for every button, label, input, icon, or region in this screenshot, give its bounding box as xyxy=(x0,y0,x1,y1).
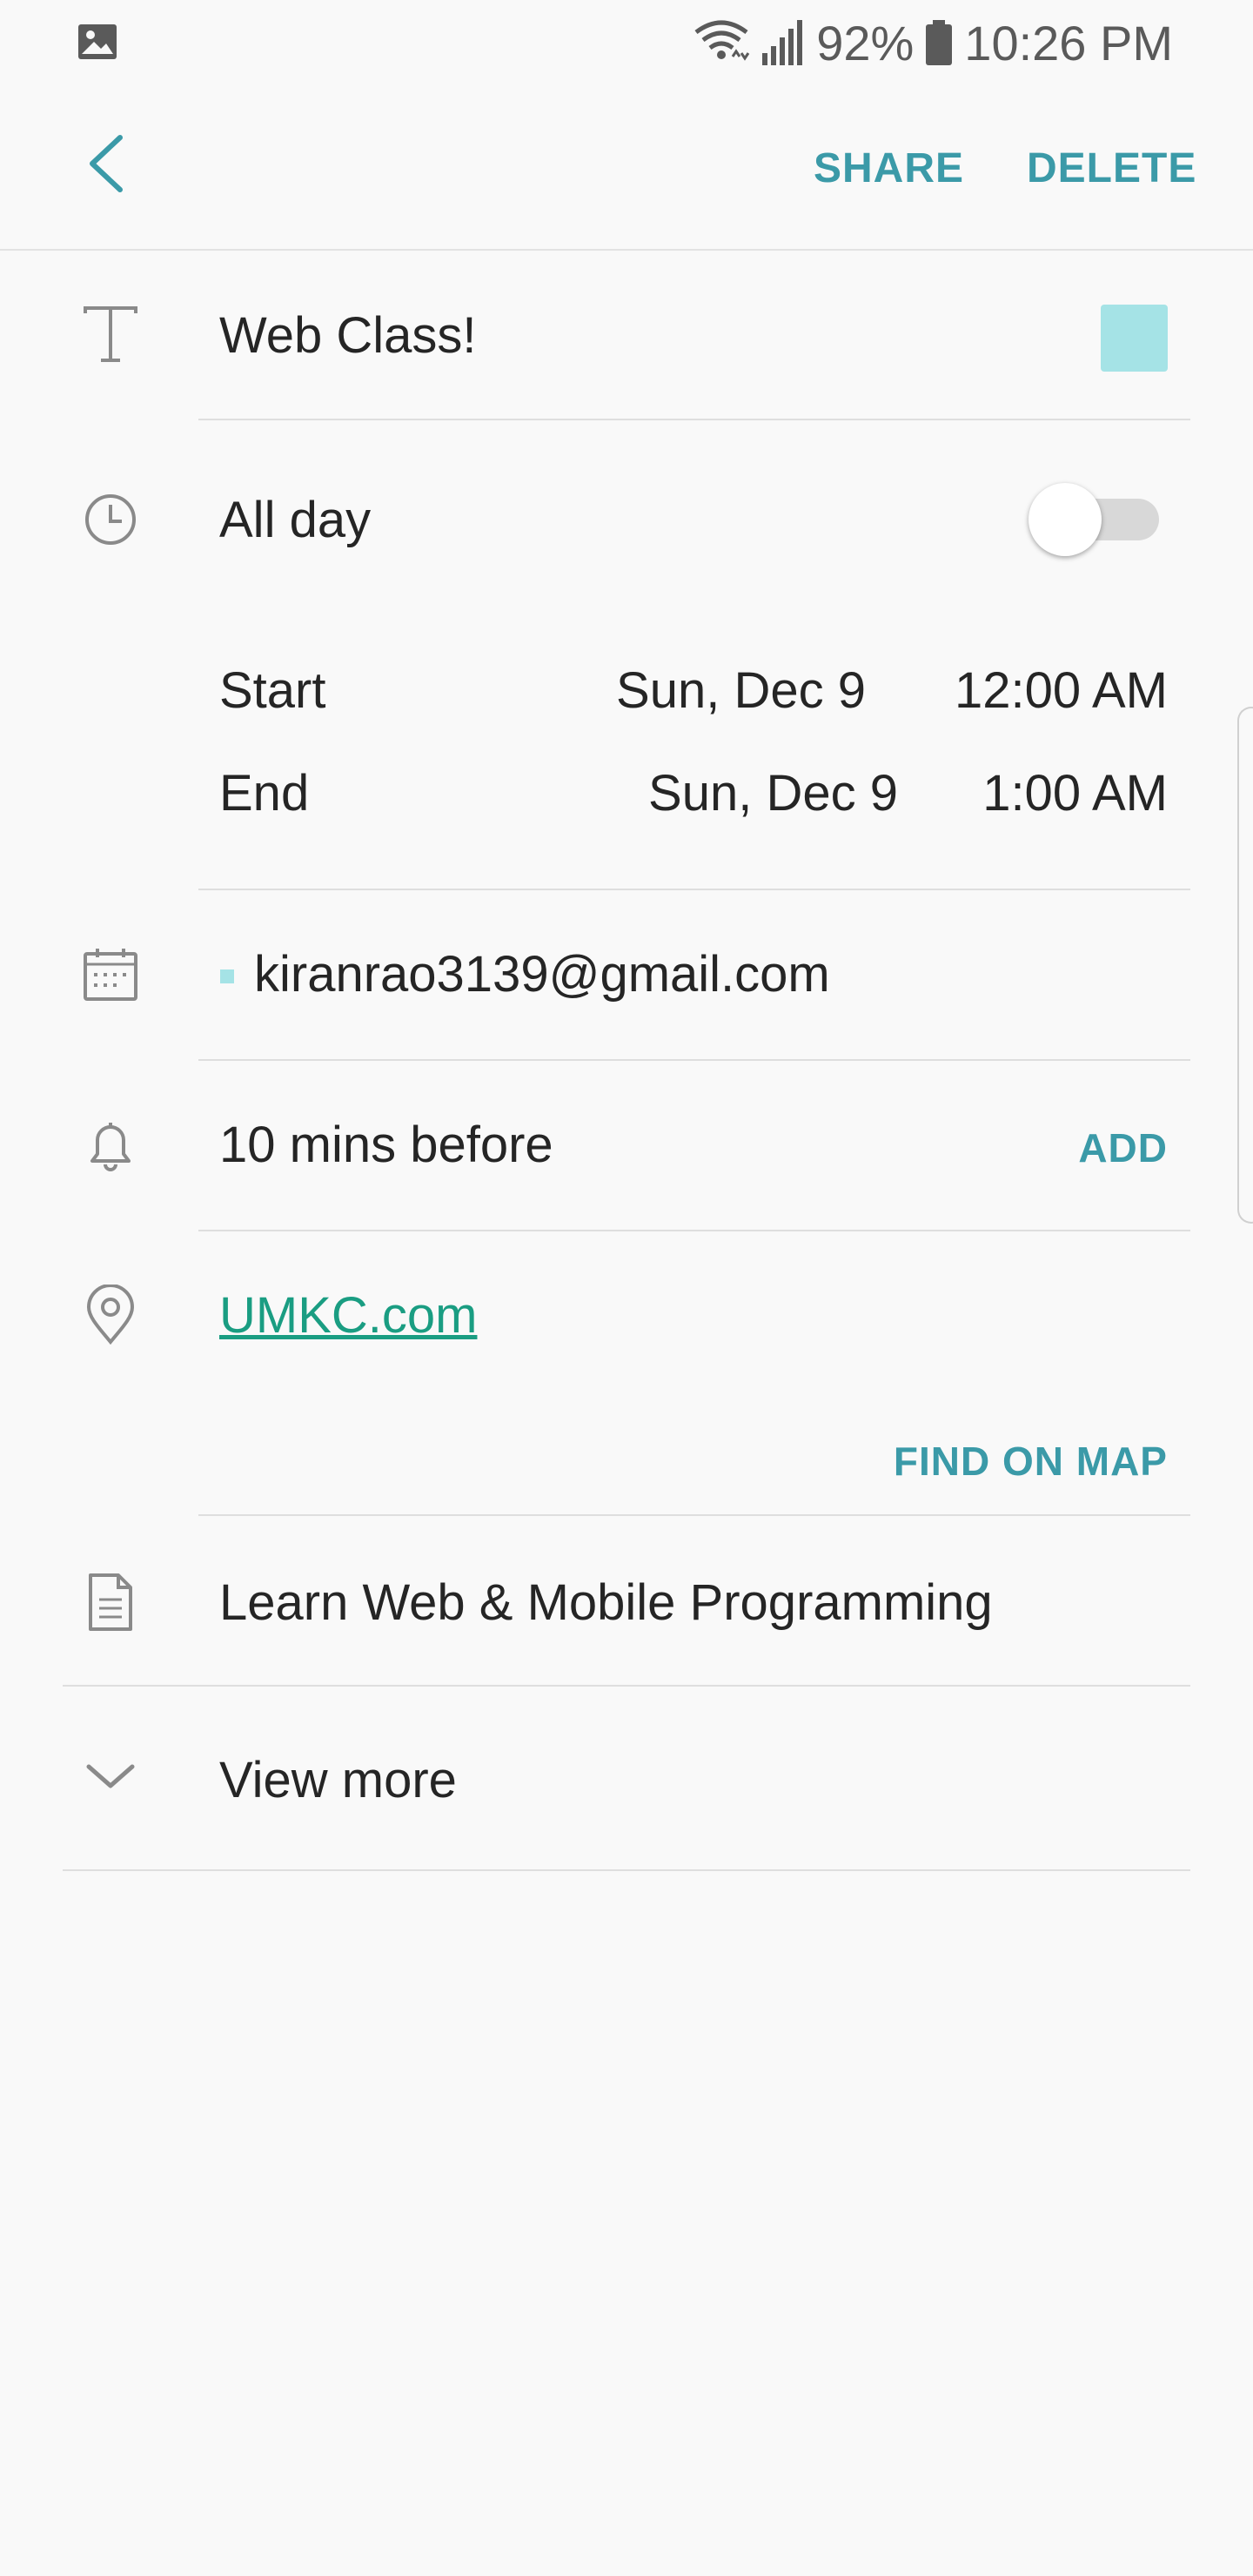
calendar-icon xyxy=(84,949,137,1001)
divider xyxy=(63,1869,1190,1871)
status-bar: 92% 10:26 PM xyxy=(0,0,1253,84)
battery-icon xyxy=(926,20,953,65)
back-arrow-icon[interactable] xyxy=(77,129,137,198)
reminder-text[interactable]: 10 mins before xyxy=(219,1116,553,1174)
all-day-label: All day xyxy=(219,492,372,548)
wifi-icon xyxy=(694,20,750,61)
bell-icon xyxy=(90,1123,131,1171)
calendar-color-dot xyxy=(220,969,234,983)
divider xyxy=(198,889,1190,890)
event-title[interactable]: Web Class! xyxy=(219,306,476,365)
delete-button[interactable]: DELETE xyxy=(1027,144,1196,192)
location-link[interactable]: UMKC.com xyxy=(219,1286,477,1345)
chevron-down-icon[interactable] xyxy=(80,1748,141,1808)
title-icon xyxy=(84,306,137,362)
clock-icon xyxy=(85,494,136,545)
gallery-icon xyxy=(78,24,117,59)
divider xyxy=(198,419,1190,420)
scroll-indicator[interactable] xyxy=(1237,707,1253,1224)
status-time: 10:26 PM xyxy=(964,15,1173,70)
end-time[interactable]: 1:00 AM xyxy=(982,764,1168,822)
all-day-toggle[interactable] xyxy=(1029,483,1159,556)
add-reminder-button[interactable]: ADD xyxy=(1078,1124,1168,1171)
event-color-swatch[interactable] xyxy=(1101,305,1168,372)
calendar-account[interactable]: kiranrao3139@gmail.com xyxy=(254,945,830,1003)
signal-icon xyxy=(762,20,803,65)
event-description[interactable]: Learn Web & Mobile Programming xyxy=(219,1573,993,1632)
end-date[interactable]: Sun, Dec 9 xyxy=(648,764,898,822)
share-button[interactable]: SHARE xyxy=(814,144,964,192)
toggle-knob xyxy=(1029,483,1102,556)
note-icon xyxy=(89,1573,132,1631)
location-pin-icon xyxy=(86,1285,135,1345)
divider xyxy=(198,1514,1190,1516)
divider xyxy=(198,1059,1190,1061)
app-bar: SHARE DELETE xyxy=(0,84,1253,251)
view-more-button[interactable]: View more xyxy=(219,1751,457,1809)
start-time[interactable]: 12:00 AM xyxy=(955,661,1168,720)
start-date[interactable]: Sun, Dec 9 xyxy=(616,661,866,720)
end-label: End xyxy=(219,765,310,822)
divider xyxy=(63,1685,1190,1687)
battery-percent: 92% xyxy=(816,15,915,70)
divider xyxy=(198,1230,1190,1231)
start-label: Start xyxy=(219,662,326,719)
find-on-map-button[interactable]: FIND ON MAP xyxy=(894,1438,1168,1485)
